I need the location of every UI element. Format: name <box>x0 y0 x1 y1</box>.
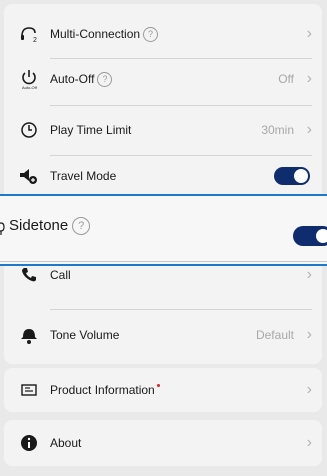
info-card-icon <box>18 379 40 401</box>
power-icon: Auto-Off <box>18 68 40 90</box>
product-information-row[interactable]: Product Information › <box>4 365 322 415</box>
play-time-limit-row[interactable]: Play Time Limit 30min › <box>4 105 322 155</box>
chevron-right-icon: › <box>306 326 312 343</box>
travel-mode-label: Travel Mode <box>50 169 117 183</box>
chevron-right-icon: › <box>306 25 312 42</box>
chevron-right-icon: › <box>306 434 312 451</box>
call-label: Call <box>50 268 71 282</box>
toggle-knob <box>294 169 308 183</box>
svg-text:2: 2 <box>33 37 37 44</box>
auto-off-row[interactable]: Auto-Off Auto-Off? Off › <box>4 54 322 104</box>
product-information-card[interactable]: Product Information › <box>4 368 322 412</box>
play-time-limit-value: 30min <box>261 123 294 137</box>
auto-off-value: Off <box>278 72 294 86</box>
help-icon[interactable]: ? <box>72 217 91 235</box>
sidetone-toggle[interactable] <box>293 226 327 246</box>
about-card[interactable]: About › <box>4 420 322 466</box>
svg-text:Auto-Off: Auto-Off <box>22 85 38 90</box>
tone-volume-value: Default <box>255 328 294 342</box>
about-label: About <box>50 436 82 450</box>
info-icon <box>18 432 40 454</box>
chevron-right-icon: › <box>306 266 312 283</box>
sidetone-row[interactable]: Sidetone? <box>0 194 327 266</box>
new-badge-dot <box>156 384 160 387</box>
settings-card: 2 Multi-Connection? › Auto-Off Auto-Off?… <box>4 4 322 364</box>
help-icon[interactable]: ? <box>143 26 159 42</box>
speaker-plus-icon <box>18 165 40 187</box>
multi-connection-label: Multi-Connection? <box>50 26 159 42</box>
tone-volume-row[interactable]: Tone Volume Default › <box>4 310 322 360</box>
sidetone-label: Sidetone? <box>9 217 91 235</box>
multi-connection-row[interactable]: 2 Multi-Connection? › <box>4 9 322 59</box>
toggle-knob <box>316 229 327 243</box>
product-information-label: Product Information <box>50 383 160 397</box>
about-row[interactable]: About › <box>4 418 322 468</box>
play-time-limit-label: Play Time Limit <box>50 123 132 137</box>
headphone-multi-icon: 2 <box>18 23 40 45</box>
bell-person-icon <box>18 324 40 346</box>
tone-volume-label: Tone Volume <box>50 328 120 342</box>
mic-icon <box>0 222 6 236</box>
chevron-right-icon: › <box>306 381 312 398</box>
chevron-right-icon: › <box>306 70 312 87</box>
divider <box>0 261 327 262</box>
help-icon[interactable]: ? <box>97 71 113 87</box>
clock-icon <box>18 119 40 141</box>
travel-mode-toggle[interactable] <box>274 167 310 185</box>
auto-off-label: Auto-Off? <box>50 71 113 87</box>
chevron-right-icon: › <box>306 121 312 138</box>
travel-mode-row[interactable]: Travel Mode <box>4 156 322 196</box>
phone-icon <box>18 264 40 286</box>
